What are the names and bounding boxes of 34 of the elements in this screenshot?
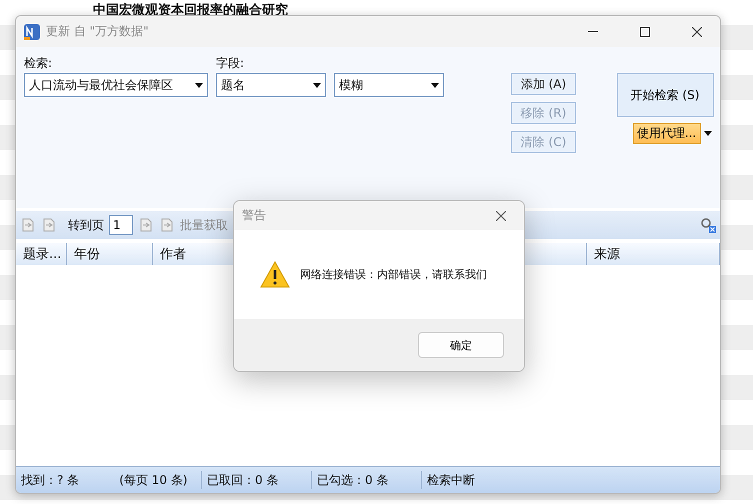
page-input[interactable]: 1 <box>109 215 133 235</box>
mode-combo[interactable]: 模糊 <box>334 73 444 97</box>
field-label: 字段: <box>216 54 246 72</box>
status-text: 已取回：0 条 <box>207 472 278 488</box>
start-search-button[interactable]: 开始检索 (S) <box>616 73 714 117</box>
status-text: 找到：? 条 <box>21 472 80 488</box>
app-icon <box>24 24 40 40</box>
minimize-icon <box>588 31 598 32</box>
clear-search-icon[interactable] <box>700 217 716 233</box>
next-page-icon[interactable] <box>41 217 57 233</box>
window-title: 更新 自 "万方数据" <box>46 23 150 40</box>
status-text: 检索中断 <box>427 472 475 488</box>
close-icon <box>496 210 506 220</box>
query-combo[interactable]: 人口流动与最优社会保障区 <box>24 73 208 97</box>
status-text: 已勾选：0 条 <box>317 472 388 488</box>
caret-icon <box>704 131 712 136</box>
caret-icon <box>431 82 439 88</box>
dialog-title: 警告 <box>242 207 266 224</box>
warning-icon <box>260 261 290 288</box>
batch-icon[interactable] <box>159 217 175 233</box>
goto-page-label: 转到页 <box>68 216 104 234</box>
close-icon <box>692 26 702 36</box>
search-label: 检索: <box>24 54 54 72</box>
field-combo[interactable]: 题名 <box>216 73 326 97</box>
proxy-button[interactable]: 使用代理... <box>632 123 700 144</box>
ok-button[interactable]: 确定 <box>418 332 504 358</box>
previous-page-icon[interactable] <box>20 217 36 233</box>
status-text: (每页 10 条) <box>119 472 188 488</box>
caret-icon <box>195 82 203 88</box>
dialog-message: 网络连接错误：内部错误，请联系我们 <box>300 267 487 282</box>
maximize-icon <box>640 26 650 36</box>
page-go-icon[interactable] <box>138 217 154 233</box>
caret-icon <box>313 82 321 88</box>
action-button[interactable]: 添加 (A) <box>511 73 576 95</box>
